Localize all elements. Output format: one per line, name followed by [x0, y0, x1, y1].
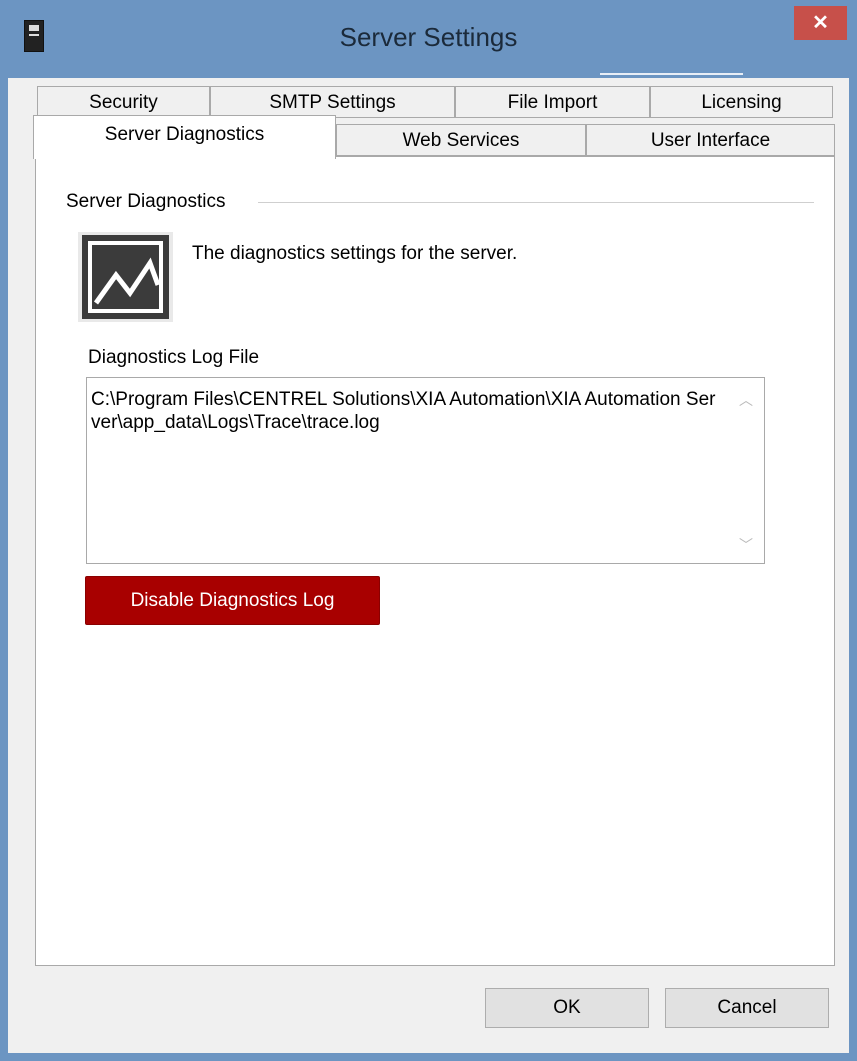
tab-file-import[interactable]: File Import — [455, 86, 650, 118]
tab-user-interface[interactable]: User Interface — [586, 124, 835, 156]
chart-line-icon — [78, 232, 173, 322]
cancel-button[interactable]: Cancel — [665, 988, 829, 1028]
window-title: Server Settings — [339, 22, 518, 52]
scroll-up-icon[interactable]: ︿ — [738, 390, 754, 408]
disable-diagnostics-log-button[interactable]: Disable Diagnostics Log — [85, 576, 380, 625]
group-title: Server Diagnostics — [66, 191, 236, 213]
tab-server-diagnostics[interactable]: Server Diagnostics — [33, 115, 336, 159]
close-button[interactable]: ✕ — [794, 6, 847, 40]
tab-licensing[interactable]: Licensing — [650, 86, 833, 118]
group-divider — [258, 202, 814, 203]
log-file-textarea[interactable]: C:\Program Files\CENTREL Solutions\XIA A… — [86, 377, 765, 564]
panel-description: The diagnostics settings for the server. — [192, 243, 518, 264]
title-bar: Server Settings ✕ — [0, 0, 857, 78]
log-file-value[interactable]: C:\Program Files\CENTREL Solutions\XIA A… — [91, 388, 719, 434]
log-file-label: Diagnostics Log File — [88, 347, 260, 368]
ok-button[interactable]: OK — [485, 988, 649, 1028]
tab-smtp-settings[interactable]: SMTP Settings — [210, 86, 455, 118]
title-bar-highlight — [600, 73, 743, 75]
tab-web-services[interactable]: Web Services — [336, 124, 586, 156]
tab-security[interactable]: Security — [37, 86, 210, 118]
scroll-down-icon[interactable]: ﹀ — [738, 535, 754, 553]
